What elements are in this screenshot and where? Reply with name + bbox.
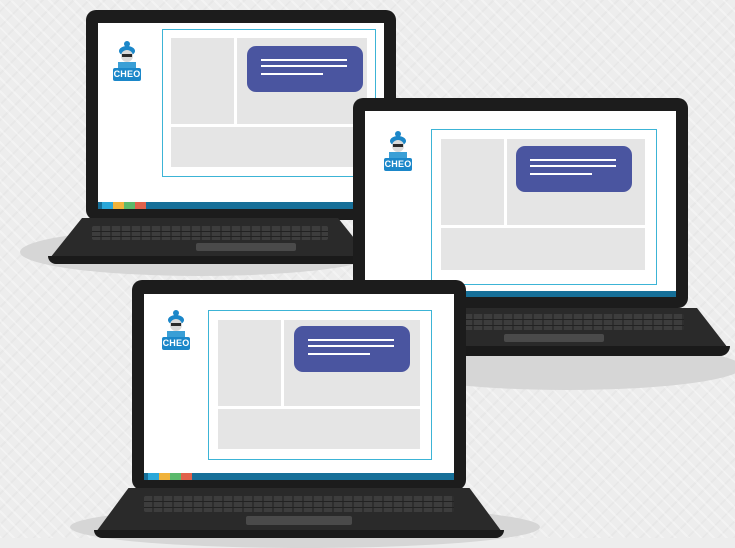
laptop-base-edge [94,530,504,538]
taskbar-item[interactable] [148,473,159,480]
taskbar [144,473,454,480]
keyboard [144,496,454,512]
laptop-lid: CHEO [132,280,466,490]
laptop-screen: CHEO [144,294,454,480]
chat-bubble [294,326,410,372]
message-line [308,345,394,347]
taskbar-item[interactable] [170,473,181,480]
logo-label: CHEO [162,337,190,350]
taskbar-item[interactable] [159,473,170,480]
cheo-logo: CHEO [161,308,191,356]
sidebar-panel [218,320,281,406]
laptop-front: CHEO [0,0,735,548]
message-line [308,339,394,341]
message-line [308,353,370,355]
app-window [208,310,432,460]
taskbar-item[interactable] [181,473,192,480]
footer-panel [218,409,420,449]
mascot-icon [167,310,185,338]
laptop-deck [96,488,502,532]
trackpad [246,516,352,525]
